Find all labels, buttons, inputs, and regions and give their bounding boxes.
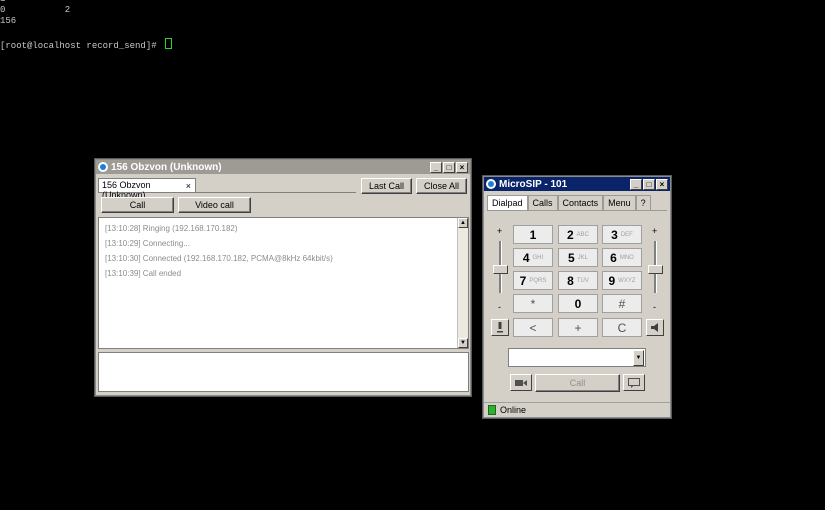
dialpad-key[interactable]: 5 JKL <box>558 248 598 267</box>
status-text: Online <box>500 405 527 415</box>
terminal-prompt: [root@localhost record_send]# <box>0 41 163 51</box>
scroll-up-icon[interactable]: ▲ <box>458 218 468 228</box>
dialpad-key-digit: 1 <box>529 227 537 242</box>
message-icon[interactable] <box>623 374 645 391</box>
dialpad-key-digit: 7 <box>519 273 527 288</box>
dialpad-key[interactable]: 3 DEF <box>602 225 642 244</box>
minimize-button[interactable]: _ <box>630 178 642 190</box>
close-button[interactable]: × <box>456 161 468 173</box>
dialpad-key-digit: * <box>530 296 536 311</box>
tab-help[interactable]: ? <box>635 195 651 210</box>
mic-volume-thumb[interactable] <box>493 265 508 274</box>
close-button[interactable]: × <box>656 178 668 190</box>
call-window-titlebar[interactable]: 156 Obzvon (Unknown) _ □ × <box>96 160 470 174</box>
dialpad-key[interactable]: + <box>558 318 598 337</box>
scroll-down-icon[interactable]: ▼ <box>458 338 468 348</box>
dialpad-key[interactable]: * <box>513 294 553 313</box>
dialpad-key[interactable]: C <box>602 318 642 337</box>
speaker-volume-thumb[interactable] <box>648 265 663 274</box>
dialpad-key-letters: DEF <box>620 231 633 238</box>
call-log-line: [13:10:28] Ringing (192.168.170.182) <box>105 224 238 233</box>
call-log-line: [13:10:39] Call ended <box>105 269 182 278</box>
dialpad-key[interactable]: 8 TUV <box>558 271 598 290</box>
dialpad-key[interactable]: 0 <box>558 294 598 313</box>
dialpad-key-digit: 8 <box>567 273 574 288</box>
number-input[interactable]: ▼ <box>508 348 646 367</box>
video-camera-icon[interactable] <box>510 374 532 391</box>
microsip-logo-icon <box>486 179 496 189</box>
terminal-line: 0 2 <box>0 5 71 15</box>
dialpad-key[interactable]: 7 PQRS <box>513 271 553 290</box>
dialpad-key[interactable]: # <box>602 294 642 313</box>
dialpad-key-letters: WXYZ <box>618 277 636 284</box>
dialpad-key-digit: 2 <box>566 227 574 242</box>
chevron-down-icon[interactable]: ▼ <box>633 350 644 366</box>
call-tab[interactable]: 156 Obzvon (Unknown) × <box>98 178 196 200</box>
dialpad-key[interactable]: 2 ABC <box>558 225 598 244</box>
microsip-tabs: Dialpad Calls Contacts Menu ? <box>487 195 651 210</box>
speaker-icon[interactable] <box>646 319 664 336</box>
dialpad-key-digit: 5 <box>567 250 575 265</box>
call-log-pane: [13:10:28] Ringing (192.168.170.182) [13… <box>98 217 469 349</box>
call-window: 156 Obzvon (Unknown) _ □ × 156 Obzvon (U… <box>95 159 471 396</box>
microphone-icon[interactable] <box>491 319 509 336</box>
microsip-window: MicroSIP - 101 _ □ × Dialpad Calls Conta… <box>483 176 671 418</box>
dialpad-key[interactable]: 9 WXYZ <box>602 271 642 290</box>
minimize-button[interactable]: _ <box>430 161 442 173</box>
dialpad-key-digit: C <box>617 320 627 335</box>
call-log-line: [13:10:30] Connected (192.168.170.182, P… <box>105 254 333 263</box>
tab-calls[interactable]: Calls <box>527 195 558 210</box>
dialpad-key-letters: ABC <box>576 231 590 238</box>
dialpad-key[interactable]: 1 <box>513 225 553 244</box>
close-tab-icon[interactable]: × <box>186 181 191 191</box>
mic-volume-minus: - <box>498 302 501 312</box>
call-button[interactable]: Call <box>101 197 174 213</box>
dialpad-key-digit: 6 <box>610 250 617 265</box>
dialpad-key-digit: < <box>529 320 537 335</box>
tab-contacts[interactable]: Contacts <box>557 195 604 210</box>
dialpad-key-digit: 4 <box>522 250 530 265</box>
speaker-volume-plus: + <box>652 226 658 236</box>
dialpad-key-letters: TUV <box>576 277 589 284</box>
mic-volume-plus: + <box>497 226 503 236</box>
dialpad-key-digit: 9 <box>608 273 616 288</box>
terminal-prompt-line[interactable]: [root@localhost record_send]# <box>0 38 825 51</box>
online-status-icon <box>488 405 496 415</box>
dialpad-key-digit: + <box>574 320 582 335</box>
dialpad-key-letters: JKL <box>577 254 589 261</box>
status-bar: Online <box>484 402 670 417</box>
call-log-line: [13:10:29] Connecting... <box>105 239 190 248</box>
call-window-title: 156 Obzvon (Unknown) <box>111 161 222 173</box>
last-call-button[interactable]: Last Call <box>361 178 412 194</box>
dialpad-key-letters: GHI <box>532 254 544 261</box>
microsip-title: MicroSIP - 101 <box>499 178 568 190</box>
dial-call-button[interactable]: Call <box>535 374 620 392</box>
maximize-button[interactable]: □ <box>443 161 455 173</box>
dialpad-key[interactable]: < <box>513 318 553 337</box>
dialpad-key-letters: PQRS <box>529 277 547 284</box>
dialpad-key[interactable]: 6 MNO <box>602 248 642 267</box>
log-scrollbar[interactable]: ▲ ▼ <box>457 218 468 348</box>
dialpad-key[interactable]: 4 GHI <box>513 248 553 267</box>
terminal-cursor <box>165 38 173 49</box>
message-input[interactable] <box>98 352 469 392</box>
tab-divider <box>487 210 667 211</box>
tab-strip-divider <box>196 192 356 193</box>
tab-dialpad[interactable]: Dialpad <box>487 195 528 210</box>
terminal: 1 0 2 156 [root@localhost record_send]# <box>0 0 825 150</box>
tab-menu[interactable]: Menu <box>603 195 636 210</box>
dialpad-key-digit: 3 <box>611 227 618 242</box>
video-call-button[interactable]: Video call <box>178 197 251 213</box>
terminal-line: 156 <box>0 16 17 26</box>
speaker-volume-minus: - <box>653 302 656 312</box>
maximize-button[interactable]: □ <box>643 178 655 190</box>
microsip-logo-icon <box>98 162 108 172</box>
microsip-titlebar[interactable]: MicroSIP - 101 _ □ × <box>484 177 670 191</box>
close-all-button[interactable]: Close All <box>416 178 467 194</box>
dialpad-key-digit: # <box>618 296 626 311</box>
dialpad-key-letters: MNO <box>619 254 634 261</box>
dialpad-key-digit: 0 <box>574 296 582 311</box>
